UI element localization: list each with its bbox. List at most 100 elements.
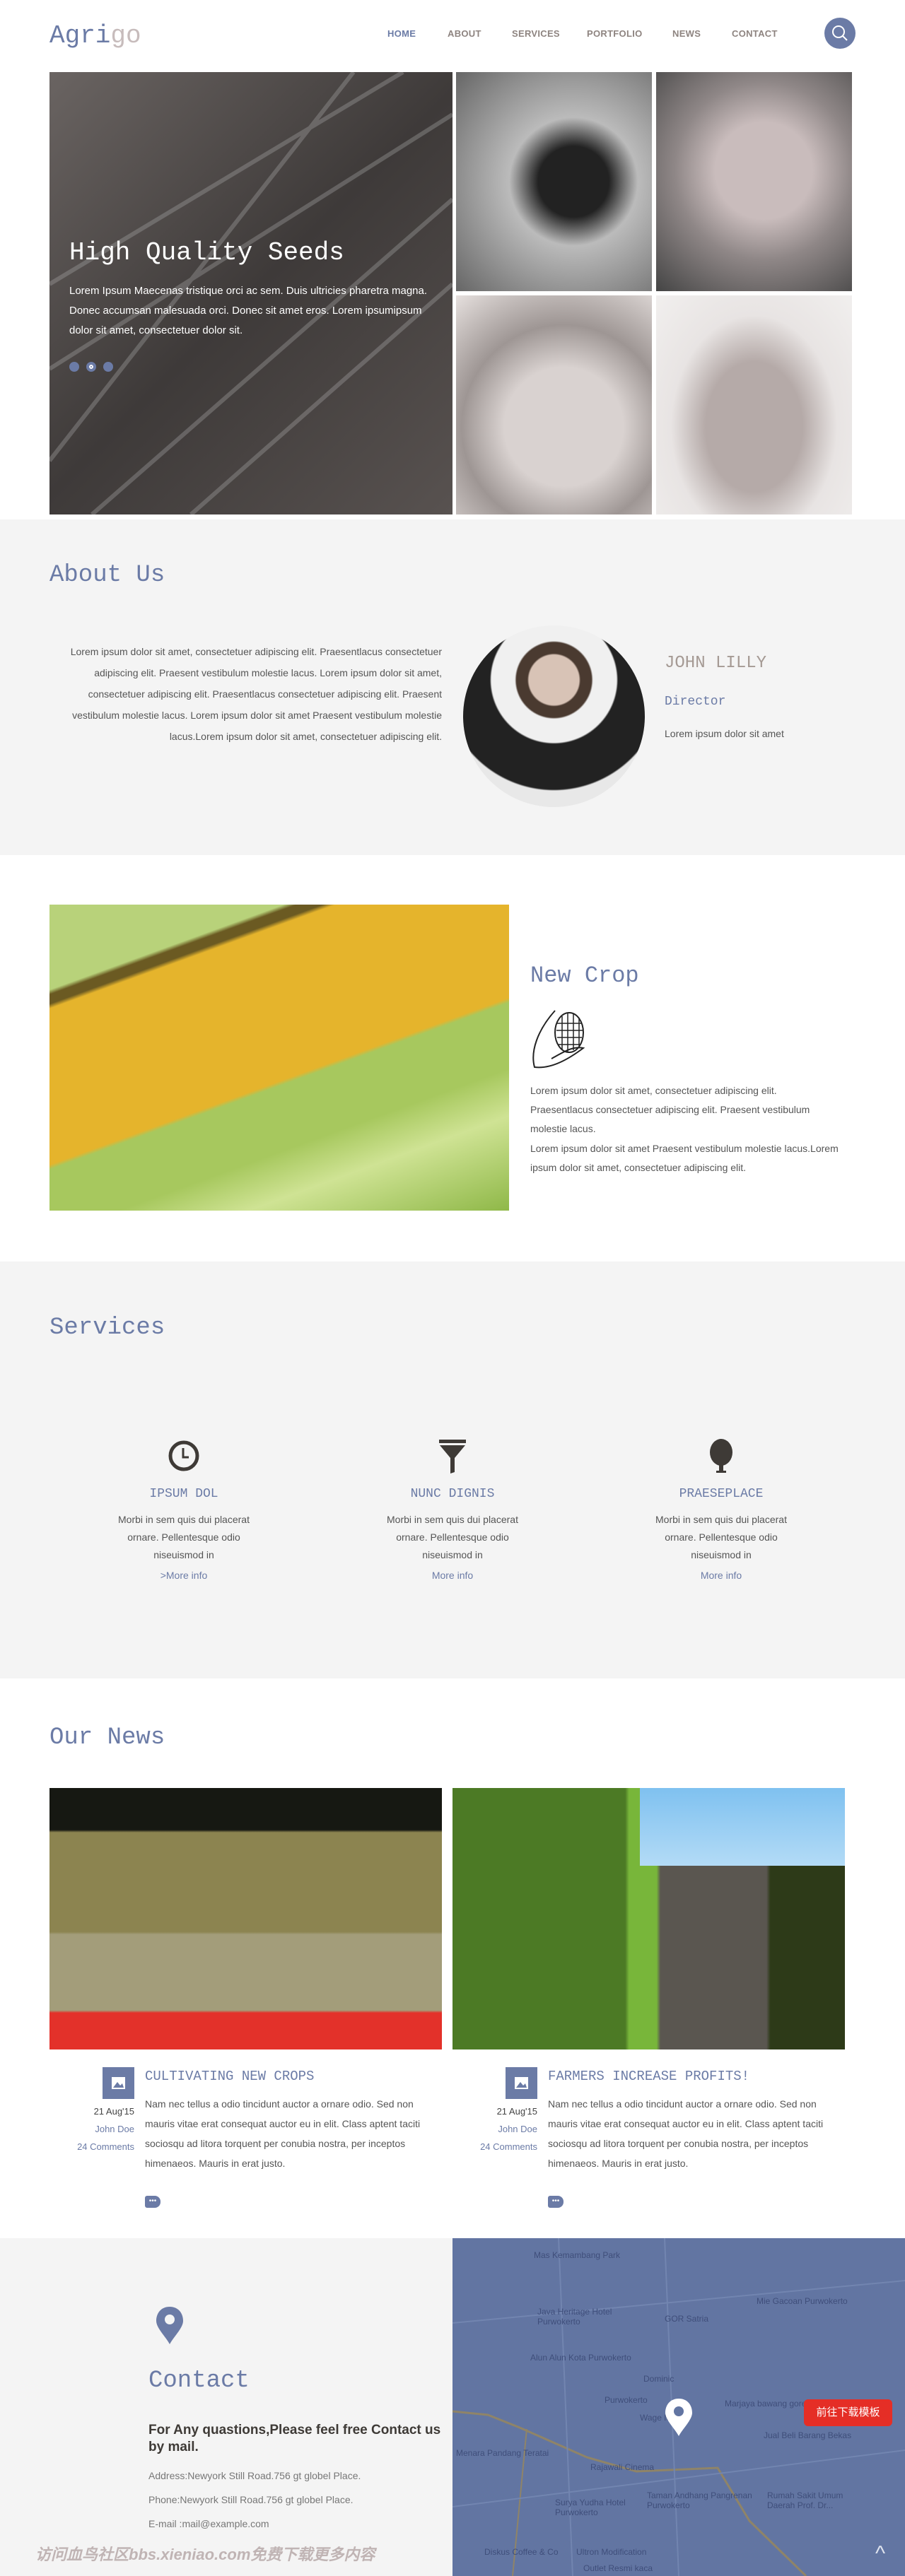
logo-text-a: Agri	[49, 21, 111, 50]
map-label: Java Heritage Hotel Purwokerto	[537, 2307, 612, 2327]
map-label: Taman Andhang Pangrenan Purwokerto	[647, 2490, 752, 2510]
map-label: Outlet Resmi kaca	[583, 2563, 653, 2573]
contact-heading: For Any quastions,Please feel free Conta…	[148, 2423, 441, 2454]
post-date: 21 Aug'15	[93, 2106, 134, 2117]
post-author[interactable]: John Doe	[57, 2120, 134, 2138]
slider-dot[interactable]	[69, 362, 79, 372]
service-text: Morbi in sem quis dui placerat ornare. P…	[655, 1514, 787, 1560]
post-text: Nam nec tellus a odio tincidunt auctor a…	[548, 2098, 824, 2169]
post-title[interactable]: FARMERS INCREASE PROFITS!	[548, 2069, 749, 2084]
news-post: 21 Aug'15 John Doe 24 Comments CULTIVATI…	[57, 2067, 452, 2209]
more-info-link[interactable]: More info	[361, 1570, 544, 1581]
hero-slide-image: High Quality Seeds Lorem Ipsum Maecenas …	[49, 72, 452, 514]
post-comments[interactable]: 24 Comments	[460, 2138, 537, 2156]
services-section: Services IPSUM DOL Morbi in sem quis dui…	[0, 1261, 905, 1678]
contact-address: Address:Newyork Still Road.756 gt globel…	[148, 2470, 361, 2481]
map-label: Marjaya bawang goreng	[725, 2399, 816, 2409]
search-button[interactable]	[824, 18, 856, 49]
contact-email[interactable]: E-mail :mail@example.com	[148, 2518, 269, 2529]
slider-dot[interactable]	[103, 362, 113, 372]
nav-contact[interactable]: CONTACT	[732, 28, 778, 39]
about-text: Lorem ipsum dolor sit amet, consectetuer…	[70, 646, 442, 742]
hero-title: High Quality Seeds	[69, 238, 344, 267]
grapes-image	[456, 72, 652, 291]
crop-text-2: Lorem ipsum dolor sit amet Praesent vest…	[530, 1143, 839, 1173]
director-photo	[463, 625, 645, 807]
map-label: Menara Pandang Teratai	[456, 2448, 549, 2458]
service-title: PRAESEPLACE	[679, 1487, 764, 1501]
slider-dot-active[interactable]	[86, 362, 96, 372]
contact-title: Contact	[148, 2368, 250, 2394]
map-label: Rumah Sakit Umum Daerah Prof. Dr...	[767, 2490, 843, 2510]
post-meta: 21 Aug'15 John Doe 24 Comments	[460, 2102, 537, 2156]
post-meta: 21 Aug'15 John Doe 24 Comments	[57, 2102, 134, 2156]
flower-image	[656, 72, 852, 291]
news-image-cornfield	[452, 1788, 845, 2049]
crop-text-1: Lorem ipsum dolor sit amet, consectetuer…	[530, 1085, 810, 1134]
tree-icon	[710, 1439, 732, 1473]
service-item: NUNC DIGNIS Morbi in sem quis dui placer…	[361, 1438, 544, 1581]
slider-dots	[69, 362, 113, 372]
about-section: About Us Lorem ipsum dolor sit amet, con…	[0, 519, 905, 855]
map-label: Dominic	[643, 2374, 675, 2384]
post-text: Nam nec tellus a odio tincidunt auctor a…	[145, 2098, 421, 2169]
map-label: Surya Yudha Hotel Purwokerto	[555, 2498, 626, 2517]
map-label: Jual Beli Barang Bekas	[764, 2430, 852, 2440]
nav-services[interactable]: SERVICES	[512, 28, 560, 39]
service-text: Morbi in sem quis dui placerat ornare. P…	[118, 1514, 250, 1560]
search-icon	[832, 25, 848, 41]
logo-text-b: go	[110, 21, 141, 50]
corn-icon	[532, 1010, 585, 1069]
director-bio: Lorem ipsum dolor sit amet	[665, 728, 784, 739]
news-image-farmers	[49, 1788, 442, 2049]
crop-title: New Crop	[530, 963, 639, 989]
contact-phone: Phone:Newyork Still Road.756 gt globel P…	[148, 2494, 354, 2505]
map-label: GOR Satria	[665, 2314, 709, 2324]
map-label: Mie Gacoan Purwokerto	[757, 2296, 848, 2306]
nav-home[interactable]: HOME	[387, 28, 416, 39]
service-title: IPSUM DOL	[149, 1487, 218, 1501]
news-post: 21 Aug'15 John Doe 24 Comments FARMERS I…	[460, 2067, 856, 2209]
post-comments[interactable]: 24 Comments	[57, 2138, 134, 2156]
peppers-image	[456, 295, 652, 514]
more-icon[interactable]: •••	[145, 2196, 160, 2208]
corn-image	[49, 905, 509, 1211]
director-role: Director	[665, 695, 726, 709]
nav-portfolio[interactable]: PORTFOLIO	[587, 28, 643, 39]
map[interactable]: Mas Kemambang Park Java Heritage Hotel Pu…	[452, 2238, 905, 2576]
services-title: Services	[49, 1315, 165, 1341]
post-author[interactable]: John Doe	[460, 2120, 537, 2138]
image-icon	[506, 2067, 537, 2099]
map-label: Purwokerto	[605, 2395, 648, 2405]
director-name: JOHN LILLY	[665, 654, 767, 673]
map-label: Diskus Coffee & Co	[484, 2547, 559, 2557]
news-title: Our News	[49, 1724, 165, 1751]
image-icon	[103, 2067, 134, 2099]
map-marker-icon[interactable]	[665, 2397, 693, 2437]
fruit-image	[656, 295, 852, 514]
clock-icon	[168, 1440, 199, 1471]
more-info-link[interactable]: >More info	[92, 1570, 276, 1581]
hero-text: Lorem Ipsum Maecenas tristique orci ac s…	[69, 285, 428, 336]
location-pin-icon	[156, 2307, 183, 2344]
service-title: NUNC DIGNIS	[410, 1487, 495, 1501]
map-label: Alun Alun Kota Purwokerto	[530, 2353, 631, 2363]
map-label: Ultron Modification	[576, 2547, 647, 2557]
about-title: About Us	[49, 562, 165, 589]
map-label: Mas Kemambang Park	[534, 2250, 621, 2260]
download-template-button[interactable]: 前往下载模板	[804, 2399, 892, 2426]
post-title[interactable]: CULTIVATING NEW CROPS	[145, 2069, 314, 2084]
logo[interactable]: Agrigo	[49, 21, 141, 50]
more-info-link[interactable]: More info	[629, 1570, 813, 1581]
scroll-top-icon[interactable]: ^	[875, 2542, 885, 2566]
service-item: IPSUM DOL Morbi in sem quis dui placerat…	[92, 1438, 276, 1581]
map-label: Rajawali Cinema	[590, 2462, 655, 2472]
nav-about[interactable]: ABOUT	[448, 28, 481, 39]
nav-news[interactable]: NEWS	[672, 28, 701, 39]
service-item: PRAESEPLACE Morbi in sem quis dui placer…	[629, 1438, 813, 1581]
post-date: 21 Aug'15	[496, 2106, 537, 2117]
watermark: 访问血鸟社区bbs.xieniao.com免费下载更多内容	[35, 2546, 375, 2563]
more-icon[interactable]: •••	[548, 2196, 564, 2208]
service-text: Morbi in sem quis dui placerat ornare. P…	[387, 1514, 518, 1560]
funnel-icon	[439, 1440, 466, 1474]
